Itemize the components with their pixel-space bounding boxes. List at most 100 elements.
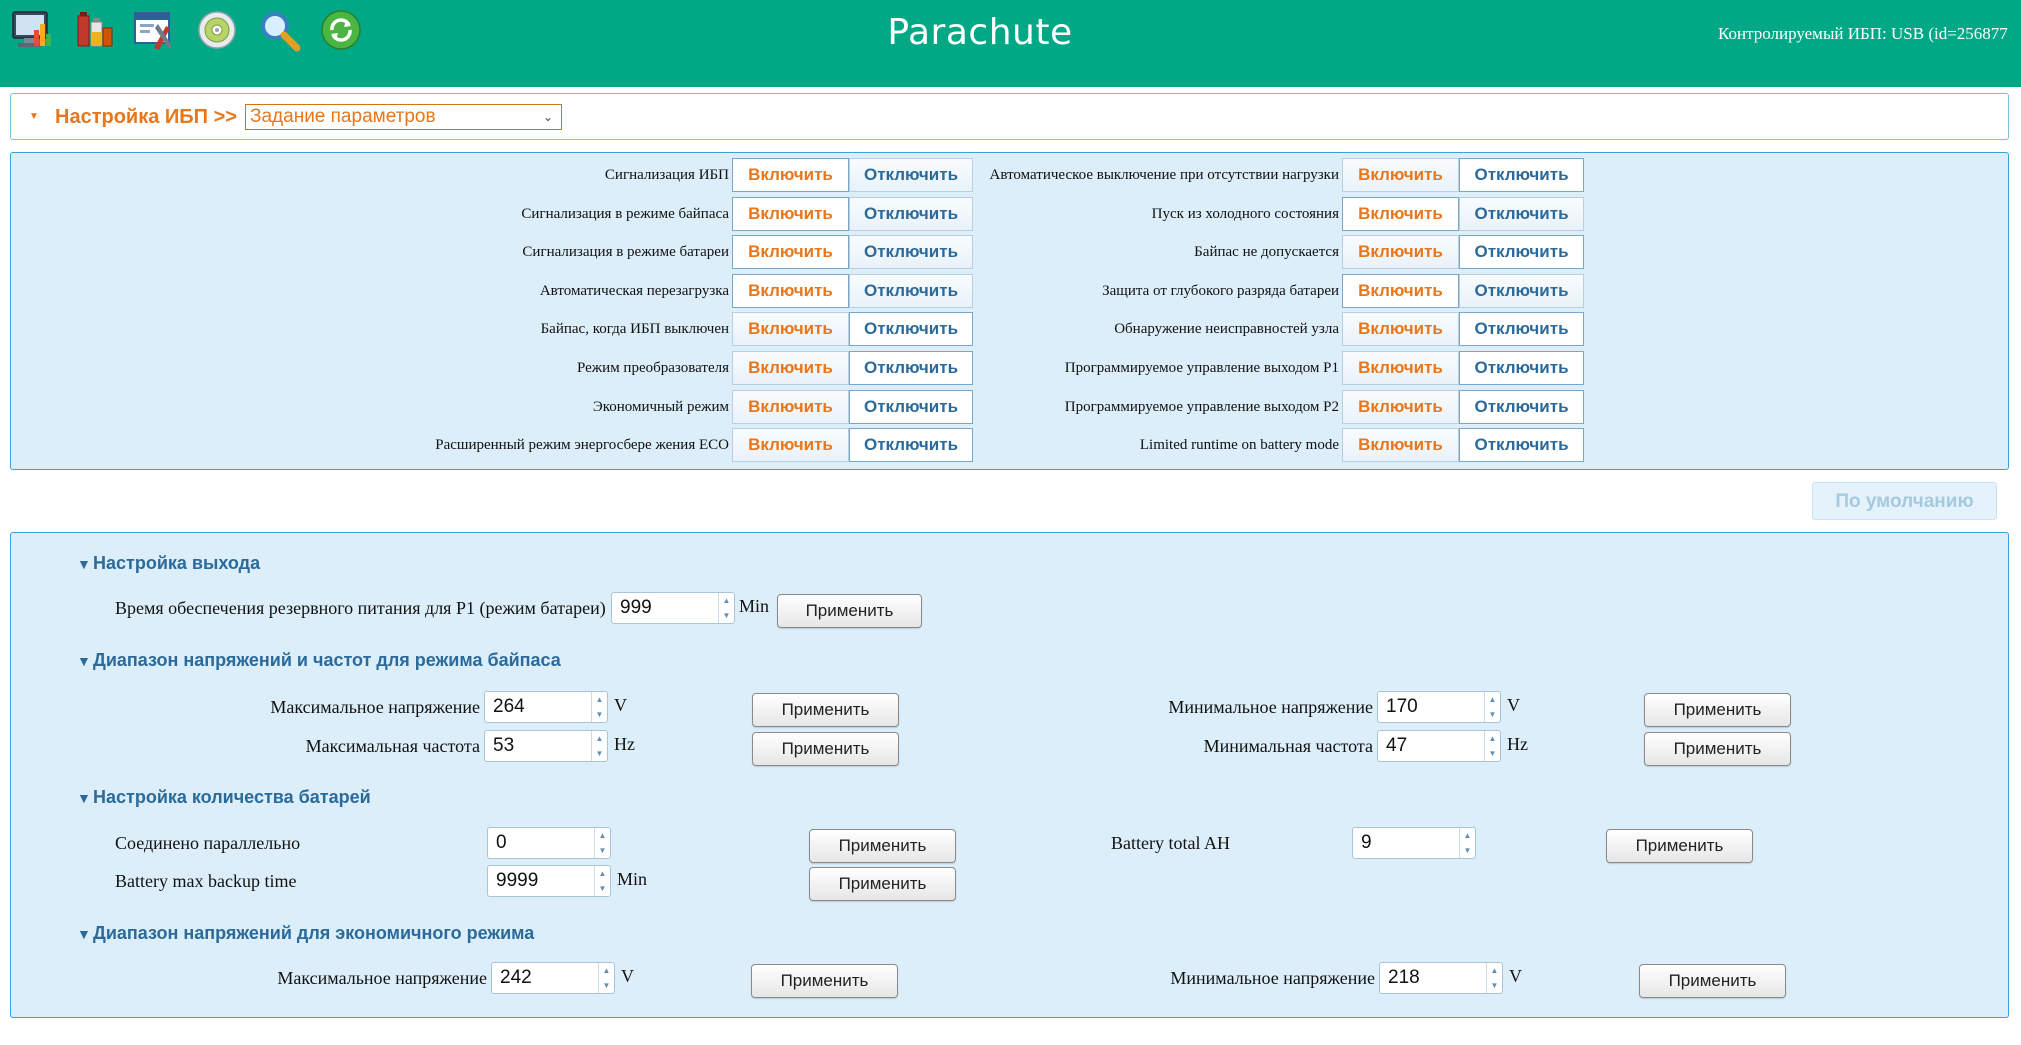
apply-battery-parallel-button[interactable]: Применить	[809, 829, 956, 863]
bypass-min-voltage-stepper[interactable]: ▲▼	[1377, 691, 1501, 723]
stepper-down-icon[interactable]: ▼	[595, 843, 610, 858]
stepper-up-icon[interactable]: ▲	[592, 731, 607, 746]
stepper-up-icon[interactable]: ▲	[592, 692, 607, 707]
expand-triangle-icon: ▼	[77, 556, 91, 572]
battery-bars-icon[interactable]	[72, 8, 116, 52]
bypass-max-freq-label: Максимальная частота	[305, 736, 480, 756]
battery-section-header[interactable]: ▼ Настройка количества батарей	[77, 785, 371, 809]
expand-triangle-icon: ▼	[77, 790, 91, 806]
ups-settings-titlebar: ▼ Настройка ИБП >> Задание параметров ⌄	[10, 93, 2009, 140]
stepper-up-icon[interactable]: ▲	[1485, 692, 1500, 707]
stepper-down-icon[interactable]: ▼	[592, 746, 607, 761]
stepper-down-icon[interactable]: ▼	[592, 707, 607, 722]
stepper-up-icon[interactable]: ▲	[595, 828, 610, 843]
apply-backup-time-button[interactable]: Применить	[777, 594, 922, 628]
bypass-section-title: Диапазон напряжений и частот для режима …	[93, 650, 561, 670]
section-title: Настройка ИБП >>	[55, 106, 237, 128]
monitor-chart-icon[interactable]	[10, 8, 54, 52]
option-label: Байпас не допускается	[1194, 244, 1339, 260]
disable-button[interactable]: Отключить	[1459, 390, 1584, 424]
bypass-max-voltage-unit: V	[614, 695, 627, 715]
disable-button[interactable]: Отключить	[1459, 428, 1584, 462]
apply-bypass-min-voltage-button[interactable]: Применить	[1644, 693, 1791, 727]
battery-max-backup-input[interactable]	[488, 866, 594, 896]
battery-parallel-stepper[interactable]: ▲▼	[487, 827, 611, 859]
enable-button[interactable]: Включить	[1342, 351, 1459, 385]
disable-button[interactable]: Отключить	[1459, 197, 1584, 231]
stepper-up-icon[interactable]: ▲	[599, 963, 614, 978]
stepper-up-icon[interactable]: ▲	[595, 866, 610, 881]
stepper-down-icon[interactable]: ▼	[595, 881, 610, 896]
disable-button[interactable]: Отключить	[1459, 158, 1584, 192]
enable-button[interactable]: Включить	[1342, 312, 1459, 346]
apply-bypass-max-freq-button[interactable]: Применить	[752, 732, 899, 766]
stepper-down-icon[interactable]: ▼	[599, 978, 614, 993]
eco-min-voltage-stepper[interactable]: ▲▼	[1379, 962, 1503, 994]
apply-battery-max-backup-button[interactable]: Применить	[809, 867, 956, 901]
bypass-min-freq-stepper[interactable]: ▲▼	[1377, 730, 1501, 762]
enable-button[interactable]: Включить	[1342, 197, 1459, 231]
bypass-max-freq-input[interactable]	[485, 731, 591, 761]
backup-time-input[interactable]	[612, 593, 718, 623]
backup-time-unit: Min	[739, 596, 770, 616]
eco-max-voltage-input[interactable]	[492, 963, 598, 993]
enable-button[interactable]: Включить	[1342, 274, 1459, 308]
bypass-max-voltage-label: Максимальное напряжение	[270, 697, 480, 717]
option-label: Защита от глубокого разряда батареи	[1102, 283, 1339, 299]
bypass-section-header[interactable]: ▼ Диапазон напряжений и частот для режима…	[77, 648, 561, 672]
eco-min-voltage-input[interactable]	[1380, 963, 1486, 993]
stepper-up-icon[interactable]: ▲	[1487, 963, 1502, 978]
battery-total-ah-label: Battery total AH	[1111, 833, 1230, 853]
apply-eco-max-voltage-button[interactable]: Применить	[751, 964, 898, 998]
bypass-max-voltage-input[interactable]	[485, 692, 591, 722]
battery-section-title: Настройка количества батарей	[93, 787, 371, 807]
battery-total-ah-stepper[interactable]: ▲▼	[1352, 827, 1476, 859]
apply-bypass-min-freq-button[interactable]: Применить	[1644, 732, 1791, 766]
bypass-max-freq-unit: Hz	[614, 734, 635, 754]
disable-button[interactable]: Отключить	[1459, 351, 1584, 385]
stepper-down-icon[interactable]: ▼	[719, 608, 734, 623]
battery-max-backup-stepper[interactable]: ▲▼	[487, 865, 611, 897]
default-settings-button[interactable]: По умолчанию	[1812, 482, 1997, 520]
mode-select[interactable]: Задание параметров ⌄	[245, 104, 562, 130]
battery-total-ah-input[interactable]	[1353, 828, 1459, 858]
collapse-caret-icon[interactable]: ▼	[25, 108, 43, 126]
disable-button[interactable]: Отключить	[1459, 312, 1584, 346]
apply-eco-min-voltage-button[interactable]: Применить	[1639, 964, 1786, 998]
enable-button[interactable]: Включить	[1342, 235, 1459, 269]
backup-time-label: Время обеспечения резервного питания для…	[115, 598, 606, 618]
stepper-up-icon[interactable]: ▲	[1485, 731, 1500, 746]
eco-section-header[interactable]: ▼ Диапазон напряжений для экономичного ре…	[77, 921, 534, 945]
stepper-up-icon[interactable]: ▲	[719, 593, 734, 608]
disable-button[interactable]: Отключить	[1459, 235, 1584, 269]
bypass-min-voltage-input[interactable]	[1378, 692, 1484, 722]
stepper-down-icon[interactable]: ▼	[1460, 843, 1475, 858]
enable-button[interactable]: Включить	[1342, 158, 1459, 192]
magnifier-icon[interactable]	[257, 8, 301, 52]
battery-max-backup-label: Battery max backup time	[115, 871, 297, 891]
enable-button[interactable]: Включить	[1342, 428, 1459, 462]
stepper-down-icon[interactable]: ▼	[1485, 707, 1500, 722]
bypass-min-freq-unit: Hz	[1507, 734, 1528, 754]
enable-button[interactable]: Включить	[1342, 390, 1459, 424]
eco-max-voltage-stepper[interactable]: ▲▼	[491, 962, 615, 994]
apply-battery-total-ah-button[interactable]: Применить	[1606, 829, 1753, 863]
bypass-min-freq-input[interactable]	[1378, 731, 1484, 761]
bypass-max-freq-stepper[interactable]: ▲▼	[484, 730, 608, 762]
settings-panel: ▼ Настройка выхода Время обеспечения резе…	[10, 532, 2009, 1018]
settings-tools-icon[interactable]	[132, 8, 176, 52]
option-label: Обнаружение неисправностей узла	[1114, 321, 1339, 337]
battery-parallel-input[interactable]	[488, 828, 594, 858]
bypass-max-voltage-stepper[interactable]: ▲▼	[484, 691, 608, 723]
refresh-icon[interactable]	[319, 8, 363, 52]
stepper-down-icon[interactable]: ▼	[1487, 978, 1502, 993]
app-window: Parachute Контролируемый ИБП: USB (id=25…	[0, 0, 2021, 1045]
output-section-header[interactable]: ▼ Настройка выхода	[77, 551, 260, 575]
bypass-min-voltage-unit: V	[1507, 695, 1520, 715]
stepper-down-icon[interactable]: ▼	[1485, 746, 1500, 761]
stepper-up-icon[interactable]: ▲	[1460, 828, 1475, 843]
cd-disc-icon[interactable]	[195, 8, 239, 52]
disable-button[interactable]: Отключить	[1459, 274, 1584, 308]
apply-bypass-max-voltage-button[interactable]: Применить	[752, 693, 899, 727]
backup-time-stepper[interactable]: ▲▼	[611, 592, 735, 624]
